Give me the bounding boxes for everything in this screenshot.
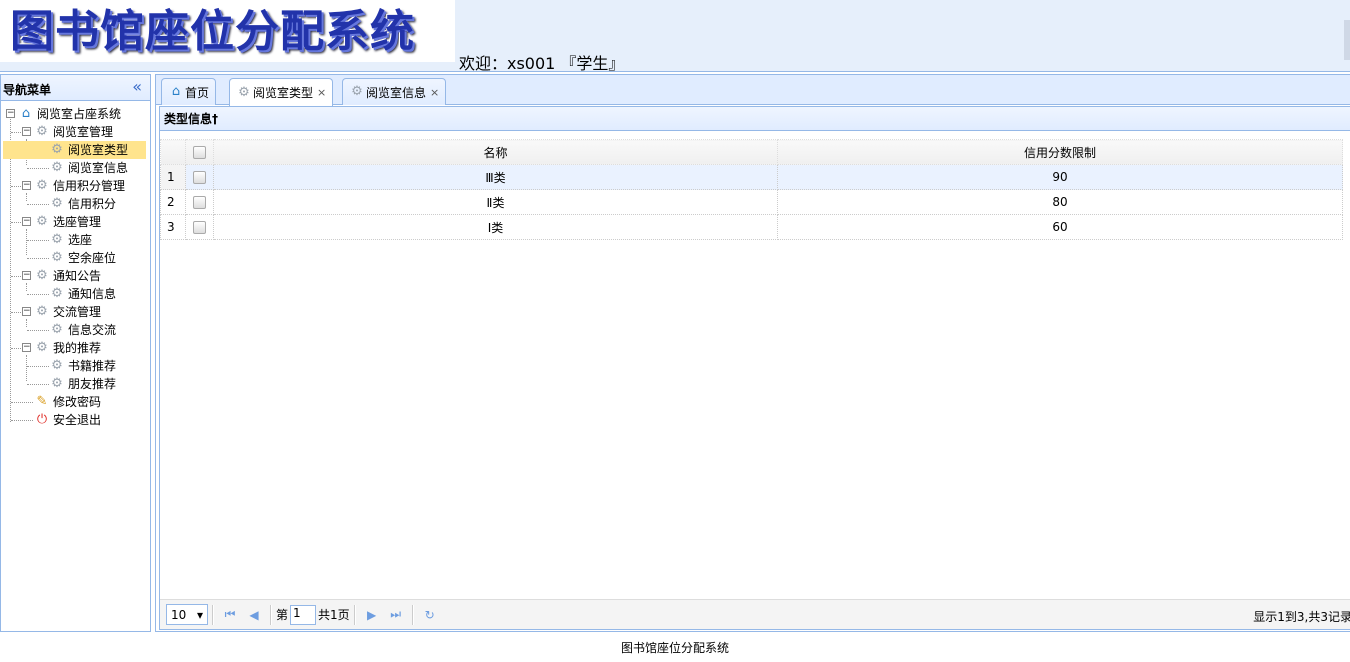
home-icon: ⌂ xyxy=(21,106,31,121)
tree-item-credit-points[interactable]: ⚙ 信用积分 xyxy=(1,195,150,213)
gear-icon: ⚙ xyxy=(51,286,63,301)
tree-item-notices[interactable]: − ⚙ 通知公告 xyxy=(1,267,150,285)
type-info-panel: 类型信息† 名称 信用分数限制 1 Ⅲ类 90 2 Ⅱ类 80 3 Ⅰ类 60 … xyxy=(159,106,1350,630)
row-checkbox[interactable] xyxy=(185,189,214,215)
caret-down-icon: ▾ xyxy=(196,607,203,622)
exit-icon: ⏻ xyxy=(36,412,48,427)
tree-item-exchange-management[interactable]: − ⚙ 交流管理 xyxy=(1,303,150,321)
gear-icon: ⚙ xyxy=(51,358,63,373)
gear-icon: ⚙ xyxy=(51,142,63,157)
rownum-header xyxy=(160,139,186,165)
nav-tree: − ⌂ 阅览室占座系统 − ⚙ 阅览室管理 ⚙ 阅览室类型 ⚙ 阅览室信息 − … xyxy=(1,101,150,429)
column-header-credit-limit[interactable]: 信用分数限制 xyxy=(777,139,1343,165)
tree-item-reading-room-management[interactable]: − ⚙ 阅览室管理 xyxy=(1,123,150,141)
tree-item-my-recommend[interactable]: − ⚙ 我的推荐 xyxy=(1,339,150,357)
tree-item-reading-room-type[interactable]: ⚙ 阅览室类型 xyxy=(1,141,150,159)
tree-item-friend-recommend[interactable]: ⚙ 朋友推荐 xyxy=(1,375,150,393)
last-page-icon[interactable]: ⏭ xyxy=(384,607,408,622)
table-row[interactable]: 2 Ⅱ类 80 xyxy=(160,189,1343,215)
first-page-icon[interactable]: ⏮ xyxy=(218,607,242,622)
nav-header: 导航菜单 « xyxy=(1,75,150,101)
prev-page-icon[interactable]: ◀ xyxy=(242,608,266,622)
column-header-name[interactable]: 名称 xyxy=(213,139,778,165)
logo: 图书馆座位分配系统 xyxy=(0,0,455,62)
gear-icon: ⚙ xyxy=(36,214,48,229)
gear-icon: ⚙ xyxy=(51,322,63,337)
nav-panel: 导航菜单 « − ⌂ 阅览室占座系统 − ⚙ 阅览室管理 ⚙ 阅览室类型 ⚙ 阅… xyxy=(0,74,151,632)
row-number: 1 xyxy=(160,164,186,190)
tree-item-reading-room-info[interactable]: ⚙ 阅览室信息 xyxy=(1,159,150,177)
page-number-input[interactable]: 1 xyxy=(290,604,317,625)
tree-item-root[interactable]: − ⌂ 阅览室占座系统 xyxy=(1,105,150,123)
tab-home[interactable]: ⌂ 首页 xyxy=(161,78,217,105)
double-chevron-left-icon[interactable]: « xyxy=(132,77,142,96)
gear-icon: ⚙ xyxy=(36,340,48,355)
grid-header-row: 名称 信用分数限制 xyxy=(160,139,1343,165)
tab-reading-room-type[interactable]: ⚙ 阅览室类型 × xyxy=(229,78,334,106)
row-checkbox[interactable] xyxy=(185,164,214,190)
select-all-checkbox[interactable] xyxy=(185,139,214,165)
tree-item-select-seat[interactable]: ⚙ 选座 xyxy=(1,231,150,249)
cell-name: Ⅲ类 xyxy=(213,164,778,190)
tree-item-credit-management[interactable]: − ⚙ 信用积分管理 xyxy=(1,177,150,195)
cell-name: Ⅰ类 xyxy=(213,214,778,240)
gear-icon: ⚙ xyxy=(51,196,63,211)
page-size-select[interactable]: 10 ▾ xyxy=(166,604,208,625)
pagination-bar: 10 ▾ ⏮ ◀ 第 1 共1页 ▶ ⏭ ↻ 显示1到3,共3记录 xyxy=(160,599,1350,629)
table-row[interactable]: 1 Ⅲ类 90 xyxy=(160,164,1343,190)
key-icon: ✎ xyxy=(36,394,48,409)
tree-item-book-recommend[interactable]: ⚙ 书籍推荐 xyxy=(1,357,150,375)
gear-icon: ⚙ xyxy=(51,160,63,175)
close-icon[interactable]: × xyxy=(317,86,326,99)
gear-icon: ⚙ xyxy=(51,250,63,265)
data-grid: 名称 信用分数限制 1 Ⅲ类 90 2 Ⅱ类 80 3 Ⅰ类 60 xyxy=(160,139,1343,240)
panel-title: 类型信息† xyxy=(160,107,1350,131)
next-page-icon[interactable]: ▶ xyxy=(360,608,384,622)
cell-credit-limit: 80 xyxy=(777,189,1343,215)
nav-title: 导航菜单 xyxy=(3,83,52,97)
tab-reading-room-info[interactable]: ⚙ 阅览室信息 × xyxy=(342,78,447,105)
welcome-text: 欢迎：xs001 『学生』 xyxy=(459,54,625,73)
logo-text: 图书馆座位分配系统 xyxy=(10,6,415,57)
header-scrollbar[interactable] xyxy=(1344,20,1350,60)
gear-icon: ⚙ xyxy=(36,268,48,283)
cell-credit-limit: 60 xyxy=(777,214,1343,240)
row-number: 3 xyxy=(160,214,186,240)
gear-icon: ⚙ xyxy=(36,124,48,139)
gear-icon: ⚙ xyxy=(36,304,48,319)
cell-name: Ⅱ类 xyxy=(213,189,778,215)
table-row[interactable]: 3 Ⅰ类 60 xyxy=(160,214,1343,240)
home-icon: ⌂ xyxy=(171,84,181,99)
cell-credit-limit: 90 xyxy=(777,164,1343,190)
tab-bar: ⌂ 首页 ⚙ 阅览室类型 × ⚙ 阅览室信息 × xyxy=(156,75,1350,106)
tree-item-seat-management[interactable]: − ⚙ 选座管理 xyxy=(1,213,150,231)
row-checkbox[interactable] xyxy=(185,214,214,240)
tree-item-info-exchange[interactable]: ⚙ 信息交流 xyxy=(1,321,150,339)
gear-icon: ⚙ xyxy=(238,84,250,100)
footer-text: 图书馆座位分配系统 xyxy=(620,641,729,655)
tree-item-change-password[interactable]: ✎ 修改密码 xyxy=(1,393,150,411)
main-area: ⌂ 首页 ⚙ 阅览室类型 × ⚙ 阅览室信息 × 类型信息† 名称 信用分数限制… xyxy=(155,74,1350,632)
gear-icon: ⚙ xyxy=(36,178,48,193)
gear-icon: ⚙ xyxy=(51,376,63,391)
pager-info: 显示1到3,共3记录 xyxy=(1253,610,1350,624)
tree-item-empty-seats[interactable]: ⚙ 空余座位 xyxy=(1,249,150,267)
tree-item-logout[interactable]: ⏻ 安全退出 xyxy=(1,411,150,429)
app-header: 图书馆座位分配系统 欢迎：xs001 『学生』 xyxy=(0,0,1350,73)
row-number: 2 xyxy=(160,189,186,215)
page-prefix: 第 xyxy=(276,608,289,622)
gear-icon: ⚙ xyxy=(351,84,363,99)
refresh-icon[interactable]: ↻ xyxy=(418,608,442,622)
close-icon[interactable]: × xyxy=(430,86,439,99)
total-pages: 共1页 xyxy=(318,608,350,622)
gear-icon: ⚙ xyxy=(51,232,63,247)
tree-item-notice-info[interactable]: ⚙ 通知信息 xyxy=(1,285,150,303)
